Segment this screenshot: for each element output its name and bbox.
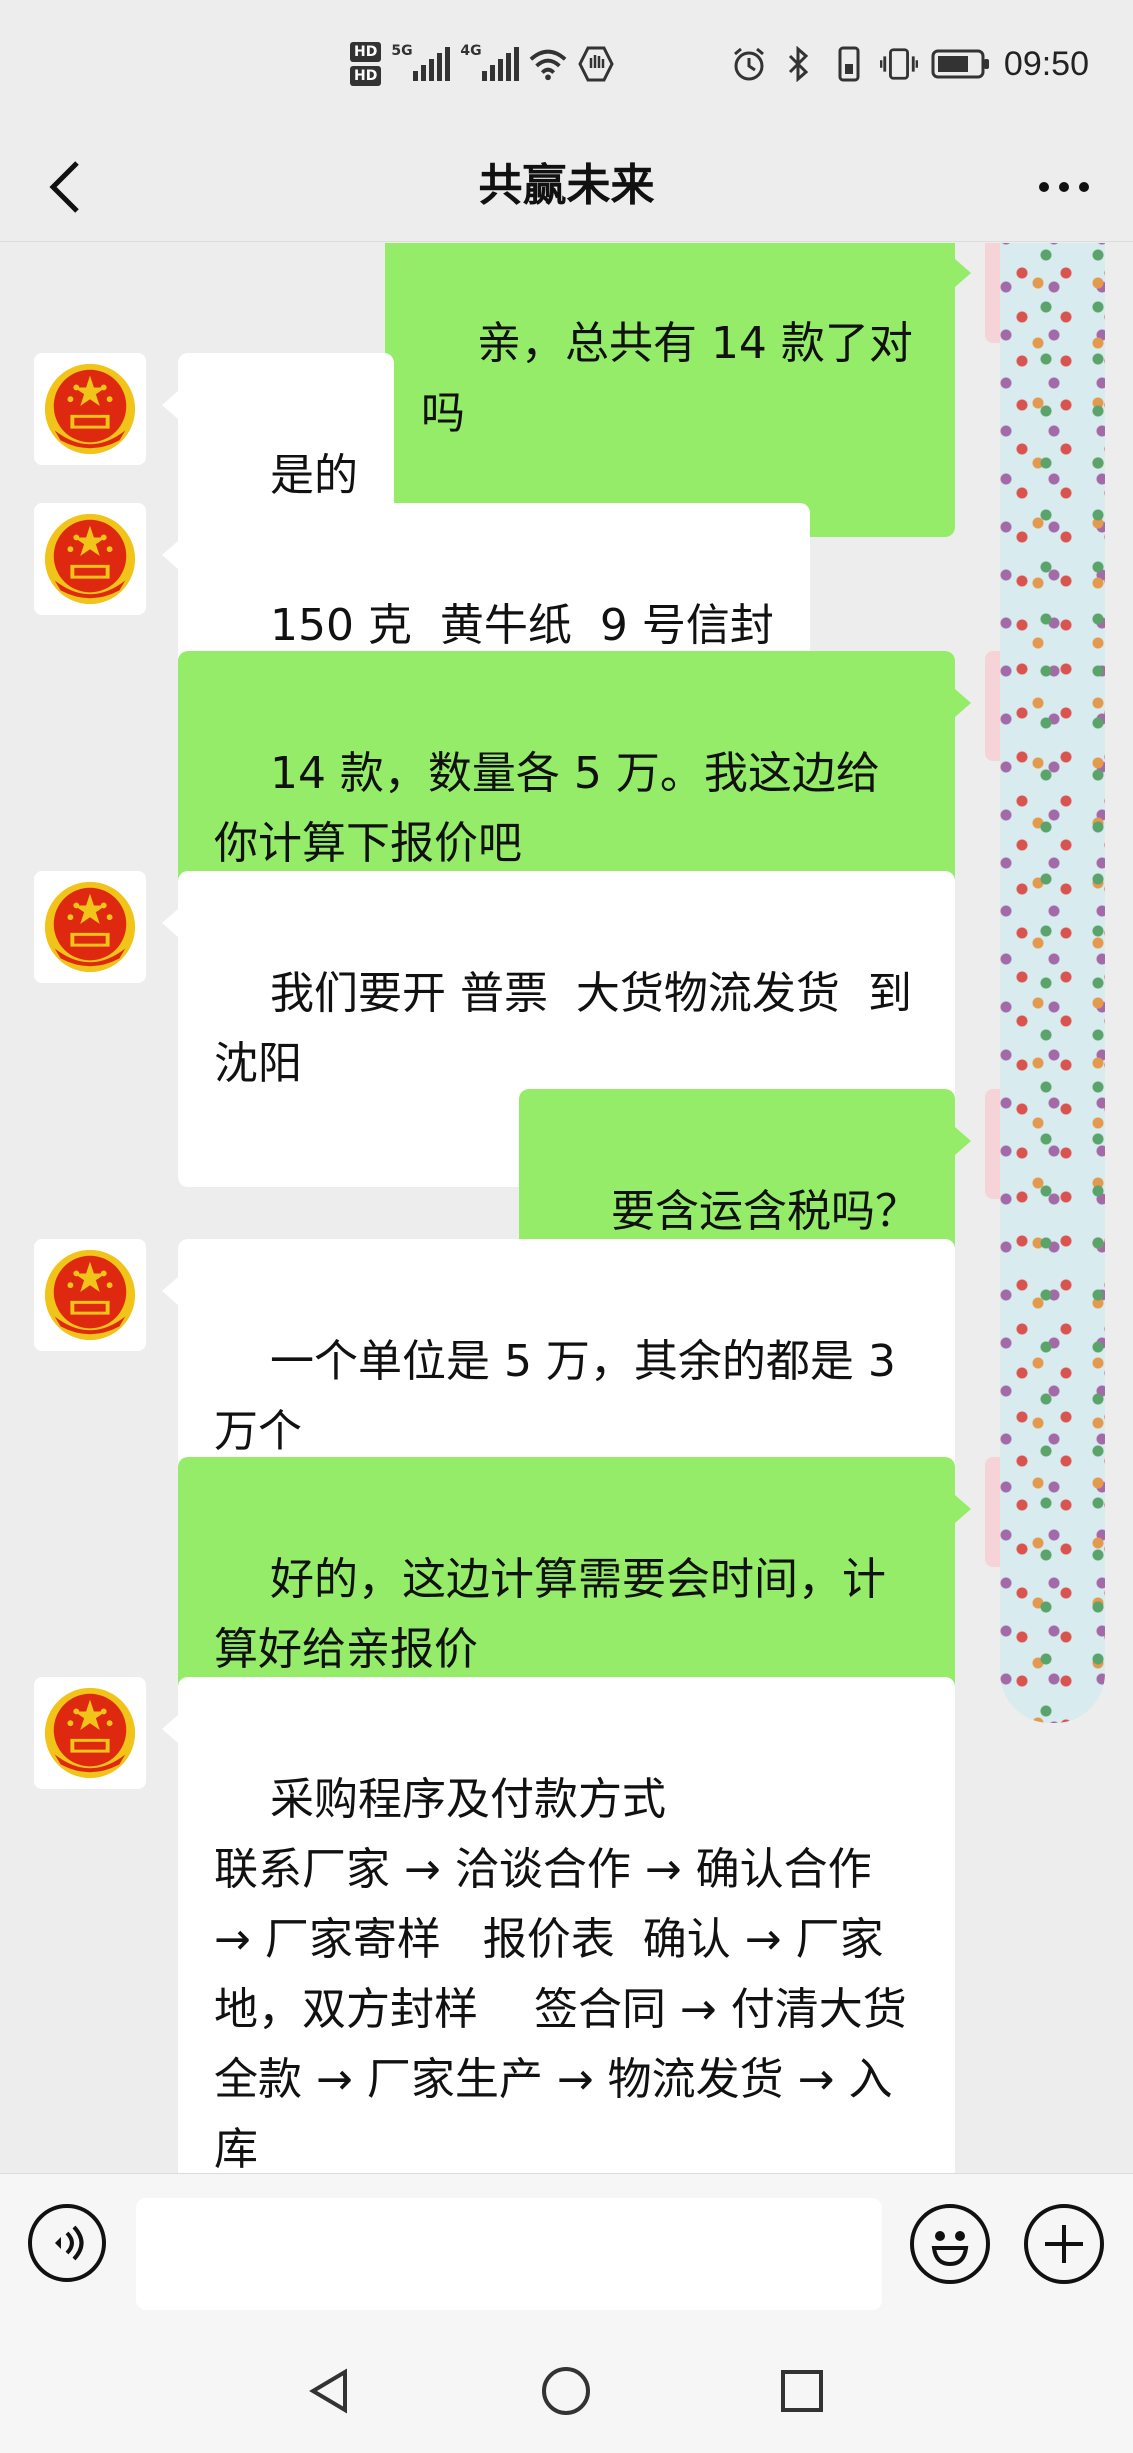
national-emblem-avatar	[44, 363, 136, 455]
more-button[interactable]	[1029, 164, 1099, 210]
message-bubble-incoming[interactable]: 采购程序及付款方式 联系厂家 → 洽谈合作 → 确认合作 → 厂家寄样 报价表 …	[162, 1677, 955, 2173]
message-bubble-outgoing[interactable]: 亲，总共有 14 款了对吗	[385, 243, 971, 537]
signal-5g-icon: 5G	[391, 43, 451, 81]
message-text: 好的，这边计算需要会时间，计算好给亲报价	[214, 1554, 886, 1675]
message-text: 是的	[269, 450, 358, 501]
wifi-icon	[529, 45, 567, 83]
plus-icon	[1045, 2225, 1083, 2263]
emoji-icon	[931, 2231, 969, 2267]
alarm-icon	[730, 45, 768, 83]
nav-recent-button[interactable]	[762, 2351, 842, 2431]
message-text: 我们要开 普票 大货物流发货 到沈阳	[214, 968, 912, 1089]
back-button[interactable]	[30, 152, 100, 222]
redaction-overlay	[1000, 243, 1105, 1723]
square-recent-icon	[781, 2370, 823, 2412]
national-emblem-avatar	[44, 1249, 136, 1341]
battery-icon	[930, 45, 992, 83]
triangle-back-icon	[309, 2368, 347, 2414]
contact-avatar[interactable]	[34, 1677, 146, 1789]
contact-avatar[interactable]	[34, 503, 146, 615]
more-functions-button[interactable]	[1024, 2204, 1104, 2284]
national-emblem-avatar	[44, 1687, 136, 1779]
message-text: 亲，总共有 14 款了对吗	[421, 318, 913, 439]
message-list[interactable]: 亲，总共有 14 款了对吗 是的 150 克 黄牛纸 9 号信封 14 款，数量…	[0, 243, 1133, 2173]
system-nav-bar	[0, 2313, 1133, 2453]
contact-avatar[interactable]	[34, 353, 146, 465]
nav-home-button[interactable]	[526, 2351, 606, 2431]
nav-back-button[interactable]	[290, 2351, 370, 2431]
bluetooth-icon	[780, 45, 818, 83]
message-text: 要含运含税吗？	[611, 1186, 919, 1237]
input-bar	[0, 2173, 1133, 2313]
chevron-left-icon	[49, 161, 79, 213]
message-input[interactable]	[136, 2198, 882, 2310]
more-dots-icon	[1039, 182, 1049, 192]
national-emblem-avatar	[44, 513, 136, 605]
circle-home-icon	[542, 2367, 590, 2415]
national-emblem-avatar	[44, 881, 136, 973]
chat-header: 共赢未来	[0, 130, 1133, 242]
contact-avatar[interactable]	[34, 1239, 146, 1351]
hd-badge-2: HD	[350, 66, 382, 86]
voice-icon	[55, 2225, 84, 2261]
message-text: 采购程序及付款方式 联系厂家 → 洽谈合作 → 确认合作 → 厂家寄样 报价表 …	[214, 1774, 907, 2173]
message-text: 一个单位是 5 万，其余的都是 3 万个	[214, 1336, 910, 1457]
sim-icon	[830, 45, 868, 83]
contact-avatar[interactable]	[34, 871, 146, 983]
hand-shield-icon	[577, 45, 615, 83]
voice-button[interactable]	[28, 2204, 106, 2282]
vibrate-icon	[879, 45, 918, 83]
hd-badge-1: HD	[350, 42, 382, 62]
status-left: HD HD 5G 4G	[350, 34, 615, 94]
status-right: 09:50	[730, 34, 1089, 94]
clock-time: 09:50	[1003, 44, 1089, 83]
hd-indicators: HD HD	[350, 42, 382, 86]
message-text: 14 款，数量各 5 万。我这边给你计算下报价吧	[214, 748, 880, 869]
chat-title: 共赢未来	[478, 160, 655, 211]
status-bar: HD HD 5G 4G 09:50	[0, 0, 1133, 130]
signal-4g-icon: 4G	[460, 43, 520, 81]
message-text: 150 克 黄牛纸 9 号信封	[269, 600, 774, 651]
emoji-button[interactable]	[910, 2204, 990, 2284]
